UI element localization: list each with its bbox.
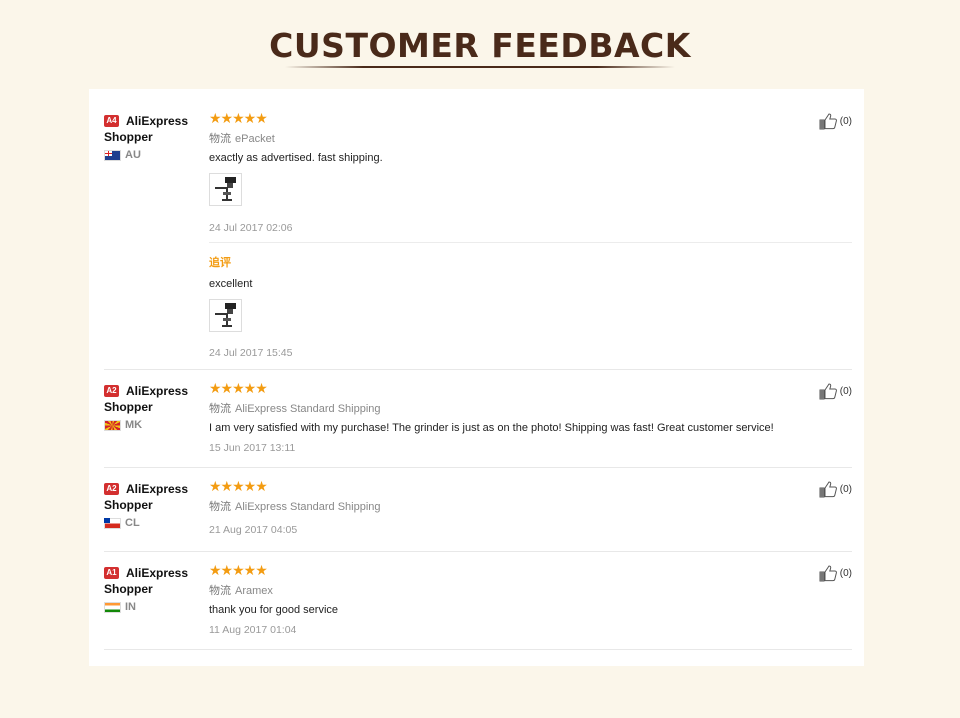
followup-label: 追评 (209, 257, 231, 269)
followup-photo-thumbnail[interactable] (209, 299, 242, 332)
shipping-label: 物流 (209, 585, 231, 597)
buyer-country: CL (104, 517, 140, 529)
followup-date: 24 Jul 2017 15:45 (209, 347, 293, 359)
review-text: thank you for good service (209, 604, 339, 616)
thumbs-up-icon (819, 383, 837, 400)
buyer-name: AliExpress Shopper (104, 566, 189, 596)
buyer-name: AliExpress Shopper (104, 384, 189, 414)
review-divider (104, 551, 852, 552)
helpful-button[interactable]: (0) (819, 383, 852, 400)
buyer-country: IN (104, 601, 136, 613)
flag-au-icon (104, 149, 121, 161)
flag-in-icon (104, 601, 121, 613)
review-text: exactly as advertised. fast shipping. (209, 152, 383, 164)
review-item: A2 AliExpress Shopper MK ★★★★★ 物流 AliExpr… (104, 380, 852, 468)
shipping-value: AliExpress Standard Shipping (235, 501, 381, 513)
country-code: MK (125, 419, 143, 431)
star-rating: ★★★★★ (209, 478, 268, 494)
country-code: IN (125, 601, 136, 613)
review-date: 15 Jun 2017 13:11 (209, 442, 296, 454)
helpful-count: (0) (839, 386, 852, 397)
star-rating: ★★★★★ (209, 562, 268, 578)
flag-cl-icon (104, 517, 121, 529)
star-rating: ★★★★★ (209, 380, 268, 396)
country-code: CL (125, 517, 140, 529)
review-text: I am very satisfied with my purchase! Th… (209, 422, 774, 434)
shipping-method: 物流 AliExpress Standard Shipping (209, 498, 381, 514)
star-rating: ★★★★★ (209, 110, 268, 126)
shipping-method: 物流 Aramex (209, 582, 273, 598)
buyer-country: MK (104, 419, 142, 431)
review-divider (104, 369, 852, 370)
shipping-method: 物流 AliExpress Standard Shipping (209, 400, 381, 416)
shipping-label: 物流 (209, 403, 231, 415)
page-title: CUSTOMER FEEDBACK (269, 26, 691, 65)
grinder-photo-icon (215, 177, 236, 201)
review-date: 21 Aug 2017 04:05 (209, 524, 298, 536)
review-item: A2 AliExpress Shopper CL ★★★★★ 物流 AliExpr… (104, 478, 852, 552)
shipping-label: 物流 (209, 501, 231, 513)
review-divider (104, 649, 852, 650)
review-item: A1 AliExpress Shopper IN ★★★★★ 物流 Aramex … (104, 562, 852, 650)
review-item: A4 AliExpress Shopper AU ★★★★★ 物流 ePacket… (104, 110, 852, 370)
grinder-photo-icon (215, 303, 236, 327)
shipping-method: 物流 ePacket (209, 130, 275, 146)
buyer-name: AliExpress Shopper (104, 482, 189, 512)
helpful-count: (0) (839, 116, 852, 127)
shipping-value: Aramex (235, 585, 273, 597)
review-divider (104, 467, 852, 468)
buyer-country: AU (104, 149, 141, 161)
helpful-button[interactable]: (0) (819, 565, 852, 582)
shipping-value: AliExpress Standard Shipping (235, 403, 381, 415)
title-underline (285, 66, 675, 68)
review-date: 24 Jul 2017 02:06 (209, 222, 293, 234)
helpful-button[interactable]: (0) (819, 113, 852, 130)
flag-mk-icon (104, 419, 121, 431)
followup-text: excellent (209, 278, 253, 290)
helpful-count: (0) (839, 568, 852, 579)
country-code: AU (125, 149, 141, 161)
thumbs-up-icon (819, 565, 837, 582)
helpful-count: (0) (839, 484, 852, 495)
shipping-value: ePacket (235, 133, 275, 145)
followup-divider (209, 242, 852, 243)
feedback-panel: A4 AliExpress Shopper AU ★★★★★ 物流 ePacket… (89, 89, 864, 666)
buyer-name: AliExpress Shopper (104, 114, 189, 144)
thumbs-up-icon (819, 481, 837, 498)
helpful-button[interactable]: (0) (819, 481, 852, 498)
thumbs-up-icon (819, 113, 837, 130)
review-photo-thumbnail[interactable] (209, 173, 242, 206)
review-date: 11 Aug 2017 01:04 (209, 624, 297, 636)
shipping-label: 物流 (209, 133, 231, 145)
